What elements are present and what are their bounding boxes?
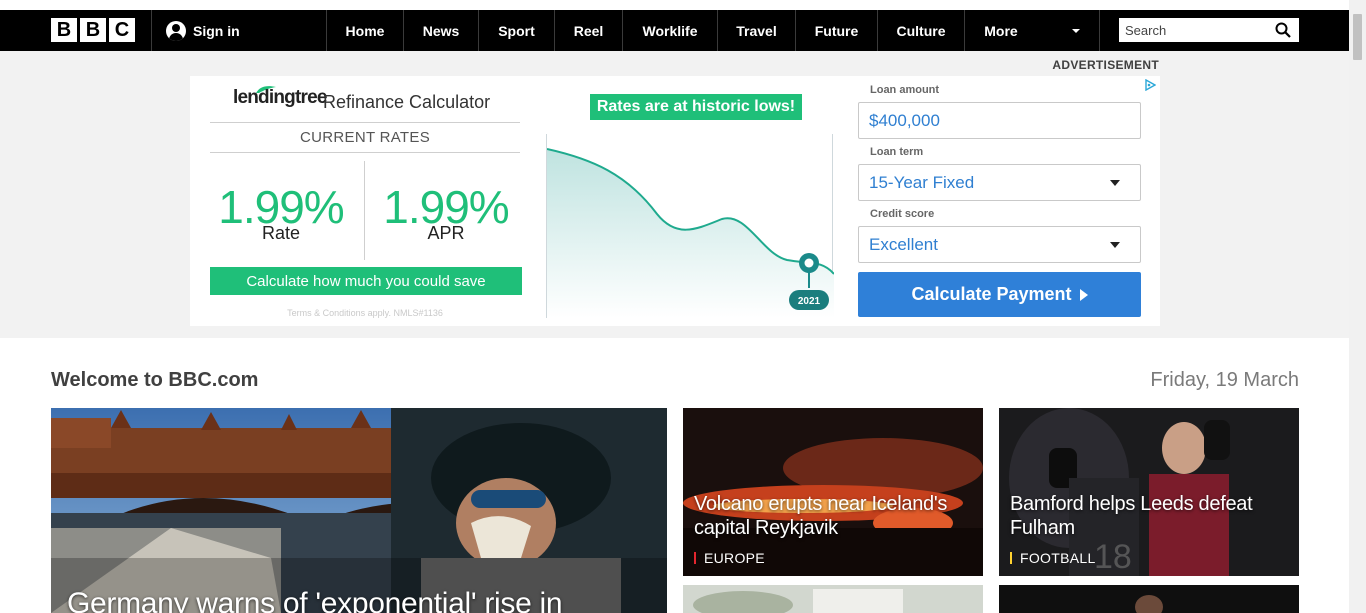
page-title: Welcome to BBC.com (51, 369, 259, 391)
story-card[interactable]: 18 Bamford helps Leeds defeat Fulham FOO… (999, 408, 1299, 576)
signin-link[interactable]: Sign in (166, 10, 240, 51)
top-story-image (51, 408, 667, 613)
story-headline: Bamford helps Leeds defeat Fulham (1010, 493, 1253, 539)
advertisement-band: ADVERTISEMENT lendingtree Refinance Calc… (0, 51, 1349, 338)
credit-score-label: Credit score (870, 208, 935, 220)
divider (210, 122, 520, 123)
vertical-scrollbar[interactable] (1349, 0, 1366, 613)
calculate-savings-button[interactable]: Calculate how much you could save (210, 267, 522, 295)
rates-chart: 2021 (546, 134, 834, 318)
section-tag-europe[interactable]: EUROPE (694, 550, 765, 566)
story-card[interactable] (999, 585, 1299, 613)
story-card[interactable]: Volcano erupts near Iceland's capital Re… (683, 408, 983, 576)
nav-item-culture[interactable]: Culture (878, 10, 964, 51)
current-rates-label: CURRENT RATES (299, 129, 431, 146)
calculate-payment-button[interactable]: Calculate Payment (858, 272, 1141, 317)
caret-down-icon (1110, 180, 1120, 186)
nav-item-home[interactable]: Home (327, 10, 403, 51)
advertisement-label: ADVERTISEMENT (1052, 58, 1159, 72)
top-story-headline: Germany warns of 'exponential' rise in (67, 587, 563, 613)
divider (364, 161, 365, 260)
signin-label: Sign in (193, 22, 240, 39)
nav-item-more[interactable]: More (965, 10, 1037, 51)
search-input[interactable] (1125, 22, 1265, 38)
story-image (683, 585, 983, 613)
scrollbar-thumb[interactable] (1353, 14, 1362, 60)
chevron-down-icon[interactable] (1072, 29, 1080, 33)
rate-label: Rate (261, 223, 301, 243)
loan-amount-value: $400,000 (869, 110, 940, 130)
rates-chart-graphic: 2021 (547, 148, 834, 318)
credit-score-value: Excellent (869, 234, 938, 254)
search-box (1119, 18, 1299, 42)
story-image (999, 585, 1299, 613)
section-tag-football[interactable]: FOOTBALL (1010, 550, 1096, 566)
loan-amount-label: Loan amount (870, 84, 940, 96)
credit-score-select[interactable]: Excellent (858, 226, 1141, 263)
loan-amount-field[interactable]: $400,000 (858, 102, 1141, 139)
search-icon[interactable] (1275, 22, 1291, 38)
nav-item-sport[interactable]: Sport (479, 10, 554, 51)
nav-divider (151, 10, 152, 51)
caret-down-icon (1110, 242, 1120, 248)
nav-item-worklife[interactable]: Worklife (623, 10, 717, 51)
user-icon (166, 20, 186, 41)
logo-letter: B (51, 18, 77, 42)
global-navigation: B B C Sign in Home News Sport Reel Workl… (0, 10, 1349, 51)
nav-item-reel[interactable]: Reel (555, 10, 622, 51)
loan-term-value: 15-Year Fixed (869, 172, 975, 192)
loan-term-select[interactable]: 15-Year Fixed (858, 164, 1141, 201)
lendingtree-ad[interactable]: lendingtree Refinance Calculator CURRENT… (190, 76, 1160, 326)
adchoices-icon[interactable] (1144, 79, 1156, 91)
top-story-card[interactable]: Germany warns of 'exponential' rise in (51, 408, 667, 613)
play-arrow-icon (1079, 288, 1088, 301)
loan-term-label: Loan term (870, 146, 924, 158)
historic-lows-badge: Rates are at historic lows! (590, 94, 802, 120)
terms-text[interactable]: Terms & Conditions apply. NMLS#1136 (210, 308, 520, 318)
story-headline: Volcano erupts near Iceland's capital Re… (694, 493, 948, 539)
ad-title: Refinance Calculator (323, 92, 491, 112)
logo-letter: B (80, 18, 106, 42)
nav-divider (1099, 10, 1100, 51)
divider (210, 152, 520, 153)
nav-item-future[interactable]: Future (796, 10, 877, 51)
svg-text:18: 18 (1094, 538, 1132, 576)
nav-item-travel[interactable]: Travel (718, 10, 795, 51)
chart-year-label: 2021 (798, 296, 821, 307)
apr-label: APR (427, 223, 465, 243)
story-card[interactable] (683, 585, 983, 613)
nav-item-news[interactable]: News (404, 10, 478, 51)
bbc-logo[interactable]: B B C (51, 18, 135, 42)
calculate-payment-label: Calculate Payment (911, 284, 1072, 304)
top-strip (0, 0, 1366, 10)
page-date: Friday, 19 March (1150, 369, 1299, 391)
logo-letter: C (109, 18, 135, 42)
brand-logo: lendingtree (233, 87, 327, 108)
